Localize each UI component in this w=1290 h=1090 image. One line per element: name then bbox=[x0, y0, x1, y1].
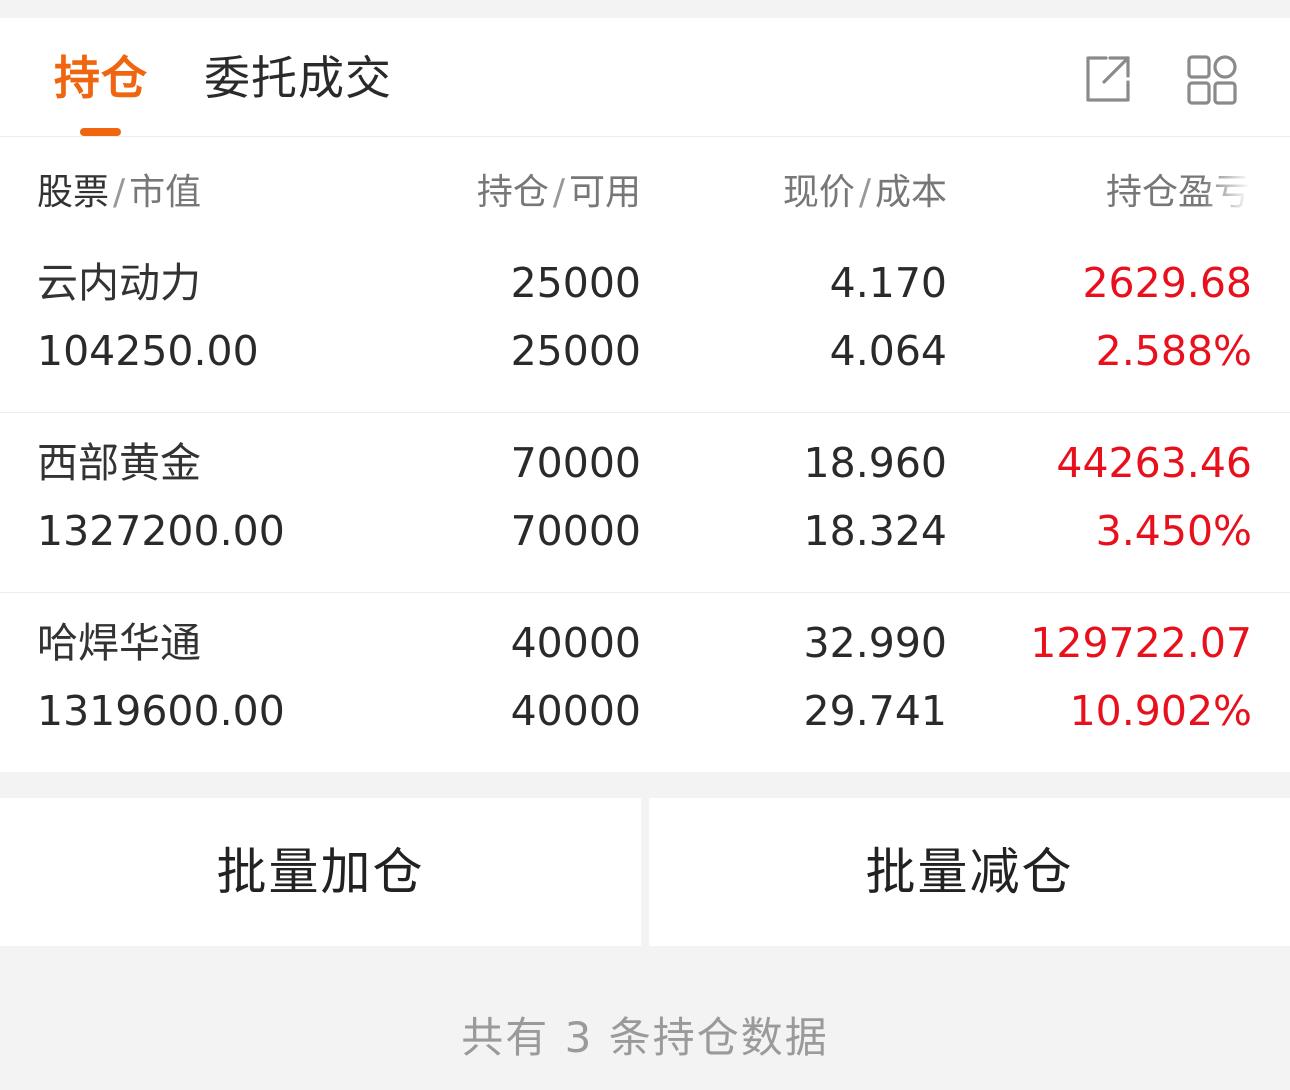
available-qty: 40000 bbox=[510, 687, 641, 735]
market-value: 1319600.00 bbox=[37, 687, 285, 735]
batch-reduce-button[interactable]: 批量减仓 bbox=[649, 798, 1290, 946]
tab-orders-trades[interactable]: 委托成交 bbox=[204, 48, 392, 108]
column-header-price: 现价 / 成本 bbox=[782, 172, 947, 213]
tab-holdings[interactable]: 持仓 bbox=[54, 48, 148, 108]
active-tab-indicator bbox=[80, 128, 121, 136]
stock-name: 云内动力 bbox=[37, 259, 201, 307]
cost-price: 18.324 bbox=[803, 507, 947, 555]
available-qty: 25000 bbox=[510, 327, 641, 375]
tab-bar: 持仓 委托成交 bbox=[0, 18, 1290, 137]
column-header-profit-loss: 持仓盈亏 bbox=[1105, 172, 1250, 213]
batch-add-button[interactable]: 批量加仓 bbox=[0, 798, 641, 946]
column-header-position: 持仓 / 可用 bbox=[476, 172, 641, 213]
holding-row[interactable]: 西部黄金 1327200.00 70000 70000 18.960 18.32… bbox=[0, 413, 1290, 593]
profit-loss-pct: 3.450% bbox=[1095, 507, 1252, 555]
grid-apps-icon[interactable] bbox=[1184, 52, 1240, 108]
profit-loss-pct: 10.902% bbox=[1069, 687, 1252, 735]
share-export-icon[interactable] bbox=[1080, 52, 1136, 108]
market-value: 104250.00 bbox=[37, 327, 259, 375]
holding-row[interactable]: 云内动力 104250.00 25000 25000 4.170 4.064 2… bbox=[0, 233, 1290, 413]
holdings-count-note: 共有 3 条持仓数据 bbox=[461, 1013, 829, 1062]
market-value: 1327200.00 bbox=[37, 507, 285, 555]
cost-price: 29.741 bbox=[803, 687, 947, 735]
column-header-stock: 股票 / 市值 bbox=[37, 172, 202, 213]
current-price: 18.960 bbox=[803, 439, 947, 487]
position-qty: 25000 bbox=[510, 259, 641, 307]
profit-loss-pct: 2.588% bbox=[1095, 327, 1252, 375]
available-qty: 70000 bbox=[510, 507, 641, 555]
stock-name: 西部黄金 bbox=[37, 439, 201, 487]
holding-row[interactable]: 哈焊华通 1319600.00 40000 40000 32.990 29.74… bbox=[0, 593, 1290, 773]
holdings-panel: 持仓 委托成交 股票 / 市值 持仓 / 可用 现价 / 成本 持仓盈亏 云内动… bbox=[0, 18, 1290, 772]
current-price: 32.990 bbox=[803, 619, 947, 667]
profit-loss: 129722.07 bbox=[1030, 619, 1252, 667]
profit-loss: 44263.46 bbox=[1056, 439, 1252, 487]
position-qty: 70000 bbox=[510, 439, 641, 487]
stock-name: 哈焊华通 bbox=[37, 619, 201, 667]
position-qty: 40000 bbox=[510, 619, 641, 667]
current-price: 4.170 bbox=[829, 259, 947, 307]
profit-loss: 2629.68 bbox=[1082, 259, 1252, 307]
cost-price: 4.064 bbox=[829, 327, 947, 375]
